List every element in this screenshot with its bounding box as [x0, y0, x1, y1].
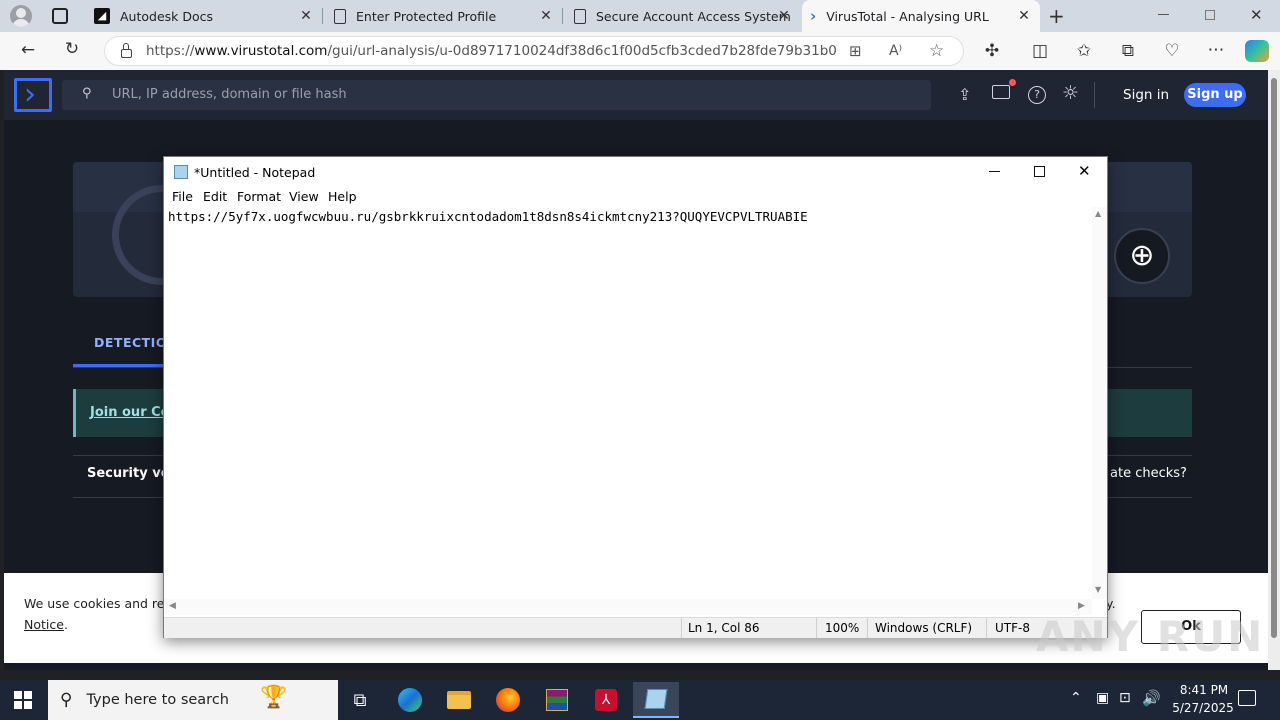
- notifications-center-icon[interactable]: [1238, 690, 1256, 706]
- tab-secure-account-access[interactable]: Secure Account Access System ✕: [566, 0, 800, 32]
- windows-start-icon[interactable]: [14, 691, 32, 709]
- close-tab-icon[interactable]: ✕: [1016, 8, 1032, 24]
- status-position: Ln 1, Col 86: [688, 621, 760, 635]
- tray-chevron-icon[interactable]: ⌃: [1070, 690, 1082, 706]
- notepad-minimize-icon[interactable]: [989, 171, 1000, 172]
- task-view-icon[interactable]: ⧉: [338, 682, 382, 718]
- read-aloud-icon[interactable]: A⁾: [889, 43, 902, 59]
- cookie-text: We use cookies and rela: [24, 596, 176, 611]
- upload-icon[interactable]: ⇪: [958, 85, 971, 104]
- menu-file[interactable]: File: [172, 189, 193, 204]
- sign-in-link[interactable]: Sign in: [1123, 87, 1169, 103]
- search-icon: ⚲: [82, 86, 92, 101]
- cookie-notice-link[interactable]: Notice: [24, 617, 64, 632]
- status-encoding: UTF-8: [995, 621, 1030, 635]
- menu-view[interactable]: View: [289, 189, 319, 204]
- url-path: /gui/url-analysis/u-0d8971710024df38d6c1…: [327, 43, 836, 59]
- close-tab-icon[interactable]: ✕: [538, 8, 554, 24]
- autodesk-icon: ◢: [94, 8, 110, 24]
- notifications-icon[interactable]: [992, 79, 1016, 99]
- notepad-titlebar[interactable]: *Untitled - Notepad ✕: [164, 157, 1107, 187]
- search-highlight-icon: 🏆: [260, 685, 288, 710]
- back-arrow-icon[interactable]: ←: [16, 40, 40, 60]
- clock-date[interactable]: 5/27/2025: [1168, 701, 1238, 715]
- copilot-icon[interactable]: [1245, 40, 1269, 62]
- notepad-menubar: File Edit Format View Help: [164, 187, 1107, 207]
- join-community-link[interactable]: Join our Co: [90, 405, 170, 420]
- vt-search-box[interactable]: ⚲ URL, IP address, domain or file hash: [62, 80, 931, 110]
- minimize-icon[interactable]: [1158, 14, 1169, 15]
- notepad-horizontal-scrollbar[interactable]: ◀ ▶: [164, 599, 1092, 615]
- virustotal-logo-icon[interactable]: ›: [14, 78, 52, 112]
- file-explorer-taskbar-icon[interactable]: [437, 682, 481, 718]
- lock-icon: [121, 42, 132, 58]
- notepad-title: *Untitled - Notepad: [194, 164, 316, 180]
- browser-tab-bar: ◢ Autodesk Docs ✕ Enter Protected Profil…: [0, 0, 1280, 32]
- clock-time[interactable]: 8:41 PM: [1172, 683, 1236, 697]
- volume-icon[interactable]: 🔊: [1142, 689, 1161, 707]
- tab-autodesk-docs[interactable]: ◢ Autodesk Docs ✕: [86, 0, 322, 32]
- notepad-app-icon: [174, 165, 188, 179]
- notepad-window: *Untitled - Notepad ✕ File Edit Format V…: [163, 156, 1108, 638]
- new-tab-icon[interactable]: +: [1048, 4, 1065, 28]
- vt-search-input: URL, IP address, domain or file hash: [112, 87, 347, 102]
- theme-toggle-icon[interactable]: ☼: [1062, 82, 1079, 104]
- acrobat-taskbar-icon[interactable]: ⅄: [584, 682, 628, 718]
- status-zoom: 100%: [825, 621, 860, 635]
- close-tab-icon[interactable]: ✕: [298, 8, 314, 24]
- tab-enter-protected-profile[interactable]: Enter Protected Profile ✕: [326, 0, 562, 32]
- virustotal-icon: ›: [810, 7, 817, 25]
- tab-title: Secure Account Access System: [596, 8, 791, 24]
- close-window-icon[interactable]: ✕: [1250, 6, 1263, 24]
- taskbar-search-box[interactable]: ⚲ Type here to search 🏆: [48, 680, 338, 720]
- tab-title: Enter Protected Profile: [356, 8, 497, 24]
- app-available-icon[interactable]: ⊞: [849, 42, 862, 60]
- search-icon: ⚲: [60, 690, 73, 710]
- firefox-taskbar-icon[interactable]: [486, 682, 530, 718]
- taskbar-search-input: Type here to search: [86, 692, 229, 708]
- anyrun-watermark: ANY RUN: [1036, 612, 1265, 661]
- profile-avatar[interactable]: [10, 5, 32, 27]
- performance-icon[interactable]: ♡: [1160, 41, 1184, 61]
- tab-virustotal[interactable]: › VirusTotal - Analysing URL ✕: [802, 0, 1040, 32]
- winrar-taskbar-icon[interactable]: [535, 682, 579, 718]
- tab-title: Autodesk Docs: [120, 8, 214, 24]
- tab-title: VirusTotal - Analysing URL: [826, 8, 989, 24]
- close-tab-icon[interactable]: ✕: [776, 8, 792, 24]
- page-scrollbar[interactable]: [1268, 70, 1280, 670]
- menu-edit[interactable]: Edit: [203, 189, 227, 204]
- automate-checks-text: ate checks?: [1110, 466, 1187, 481]
- reload-icon[interactable]: ↻: [60, 39, 84, 59]
- edge-taskbar-icon[interactable]: [388, 682, 432, 718]
- favorites-icon[interactable]: ✩: [1072, 41, 1096, 61]
- notepad-statusbar: Ln 1, Col 86 100% Windows (CRLF) UTF-8: [164, 617, 1107, 638]
- menu-format[interactable]: Format: [237, 189, 281, 204]
- virustotal-header: › ⚲ URL, IP address, domain or file hash…: [4, 70, 1268, 120]
- restore-icon[interactable]: [1205, 10, 1215, 20]
- collections-icon[interactable]: ⧉: [1116, 41, 1140, 61]
- page-icon: [334, 8, 346, 24]
- url-domain: www.virustotal.com: [194, 43, 328, 59]
- favorite-star-icon[interactable]: ☆: [929, 41, 944, 61]
- tab-actions-icon[interactable]: [52, 8, 68, 24]
- extensions-icon[interactable]: ✣: [980, 41, 1004, 61]
- split-screen-icon[interactable]: ◫: [1028, 41, 1052, 61]
- help-icon[interactable]: ?: [1028, 86, 1046, 104]
- url-globe-icon: ⊕: [1114, 228, 1170, 284]
- address-bar[interactable]: https://www.virustotal.com/gui/url-analy…: [104, 36, 964, 66]
- notepad-vertical-scrollbar[interactable]: ▲ ▼: [1092, 207, 1107, 599]
- sign-up-button[interactable]: Sign up: [1184, 83, 1246, 107]
- notepad-maximize-icon[interactable]: [1034, 166, 1045, 177]
- notepad-close-icon[interactable]: ✕: [1078, 162, 1091, 180]
- page-icon: [574, 8, 586, 24]
- notepad-taskbar-icon[interactable]: [633, 682, 679, 718]
- url-prefix: https://: [146, 43, 195, 59]
- status-line-ending: Windows (CRLF): [875, 621, 973, 635]
- notepad-text-area[interactable]: https://5yf7x.uogfwcwbuu.ru/gsbrkkruixcn…: [168, 209, 1088, 224]
- menu-help[interactable]: Help: [328, 189, 357, 204]
- network-icon[interactable]: ⊡: [1119, 690, 1131, 706]
- more-menu-icon[interactable]: ⋯: [1204, 40, 1228, 60]
- tray-device-icon[interactable]: ▣: [1096, 690, 1109, 706]
